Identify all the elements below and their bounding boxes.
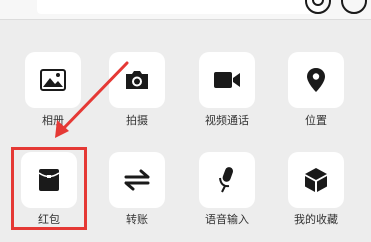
video-call-label: 视频通话 xyxy=(205,114,249,127)
transfer-label: 转账 xyxy=(126,213,148,226)
video-call-icon xyxy=(214,72,240,88)
voice-input-label: 语音输入 xyxy=(205,213,249,226)
transfer-button[interactable] xyxy=(109,152,165,208)
camera-label: 拍摄 xyxy=(126,114,148,127)
location-button[interactable] xyxy=(288,52,344,108)
voice-input-button[interactable] xyxy=(199,152,255,208)
chat-input-bar xyxy=(0,0,371,20)
transfer-icon xyxy=(124,169,150,191)
album-label: 相册 xyxy=(42,114,64,127)
photo-album-icon xyxy=(40,69,66,91)
more-button[interactable] xyxy=(341,0,367,14)
location-label: 位置 xyxy=(305,114,327,127)
location-icon xyxy=(307,68,325,92)
video-call-button[interactable] xyxy=(199,52,255,108)
favorites-label: 我的收藏 xyxy=(294,213,338,226)
album-button[interactable] xyxy=(25,52,81,108)
message-input[interactable] xyxy=(37,0,323,14)
highlight-box xyxy=(11,147,87,230)
microphone-icon xyxy=(219,167,234,193)
favorites-cube-icon xyxy=(305,168,327,192)
favorites-button[interactable] xyxy=(288,152,344,208)
camera-icon xyxy=(126,71,148,89)
camera-button[interactable] xyxy=(109,52,165,108)
